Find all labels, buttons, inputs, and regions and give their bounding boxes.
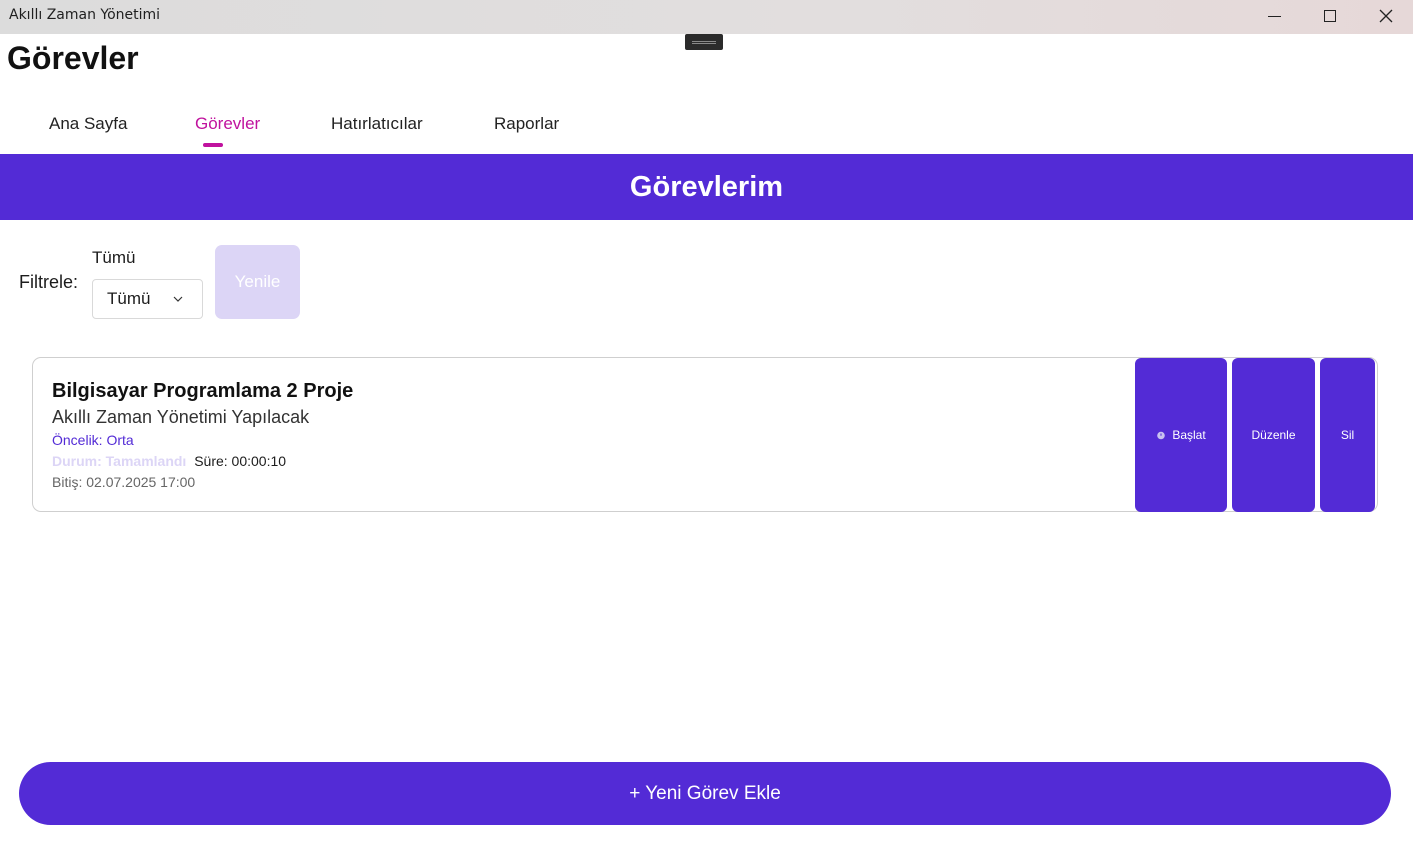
grip-icon <box>692 40 716 44</box>
task-card: Bilgisayar Programlama 2 Proje Akıllı Za… <box>32 357 1378 512</box>
task-status-row: Durum: Tamamlandı Süre: 00:00:10 <box>52 453 286 469</box>
close-icon <box>1379 9 1393 23</box>
refresh-button[interactable]: Yenile <box>215 245 300 319</box>
task-duration: Süre: 00:00:10 <box>194 453 287 469</box>
filter-select-header: Tümü <box>92 248 136 267</box>
minimize-button[interactable] <box>1246 0 1302 32</box>
section-banner: Görevlerim <box>0 154 1413 220</box>
delete-task-label: Sil <box>1340 428 1355 442</box>
start-task-label: Başlat <box>1172 428 1206 442</box>
edit-task-label: Düzenle <box>1251 428 1296 442</box>
active-tab-indicator <box>203 143 223 147</box>
section-title: Görevlerim <box>629 170 784 203</box>
edit-task-button[interactable]: Düzenle <box>1232 358 1315 512</box>
filter-select[interactable]: Tümü <box>92 279 203 319</box>
delete-task-button[interactable]: Sil <box>1320 358 1375 512</box>
task-status: Durum: Tamamlandı <box>52 453 187 469</box>
add-task-button[interactable]: + Yeni Görev Ekle <box>19 762 1391 825</box>
tab-reminders[interactable]: Hatırlatıcılar <box>331 114 423 134</box>
drag-handle[interactable] <box>685 34 723 50</box>
tab-reports[interactable]: Raporlar <box>494 114 559 134</box>
minimize-icon <box>1267 15 1281 17</box>
filter-label: Filtrele: <box>19 272 79 292</box>
page-title: Görevler <box>7 40 139 76</box>
task-title: Bilgisayar Programlama 2 Proje <box>52 380 354 402</box>
add-task-label: + Yeni Görev Ekle <box>629 782 781 804</box>
tab-home[interactable]: Ana Sayfa <box>49 114 127 134</box>
task-due-date: Bitiş: 02.07.2025 17:00 <box>52 474 196 490</box>
maximize-icon <box>1324 10 1336 22</box>
tab-tasks[interactable]: Görevler <box>195 114 260 134</box>
task-priority: Öncelik: Orta <box>52 432 134 448</box>
maximize-button[interactable] <box>1302 0 1358 32</box>
task-description: Akıllı Zaman Yönetimi Yapılacak <box>52 407 310 427</box>
start-task-button[interactable]: Başlat <box>1135 358 1227 512</box>
navigation-tabs: Ana Sayfa Görevler Hatırlatıcılar Raporl… <box>0 108 700 148</box>
title-bar: Akıllı Zaman Yönetimi <box>0 0 1413 34</box>
refresh-button-label: Yenile <box>234 272 281 291</box>
chevron-down-icon <box>173 296 183 302</box>
filter-select-value: Tümü <box>107 289 151 308</box>
close-button[interactable] <box>1358 0 1413 32</box>
window-title: Akıllı Zaman Yönetimi <box>9 7 161 23</box>
timer-icon <box>1157 431 1166 440</box>
